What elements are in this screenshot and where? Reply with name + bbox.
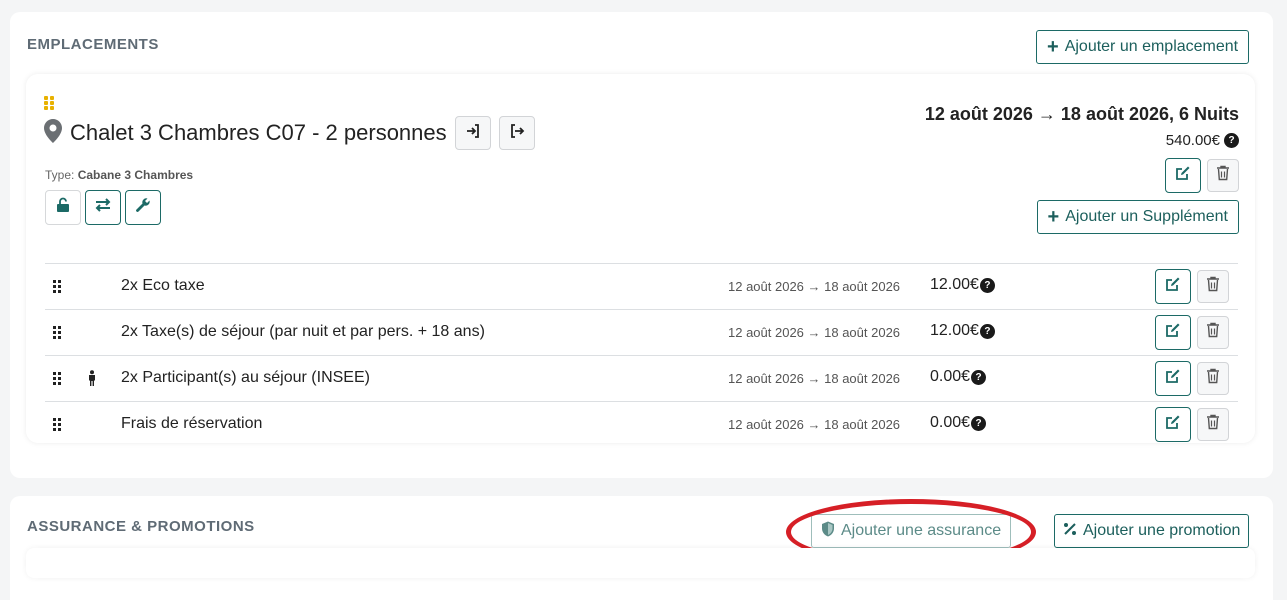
swap-arrows-icon <box>94 197 112 218</box>
help-icon[interactable]: ? <box>971 369 987 385</box>
map-pin-icon <box>44 118 62 148</box>
type-value: Cabane 3 Chambres <box>77 168 194 182</box>
add-promotion-button[interactable]: Ajouter une promotion <box>1054 514 1250 548</box>
assurance-list <box>26 548 1255 578</box>
edit-icon <box>1165 368 1181 389</box>
unlock-button[interactable] <box>45 190 81 225</box>
table-row: 2x Eco taxe 12 août 2026 → 18 août 2026 … <box>45 263 1238 309</box>
table-row: 2x Taxe(s) de séjour (par nuit et par pe… <box>45 309 1238 355</box>
section-title-emplacements: EMPLACEMENTS <box>27 36 159 53</box>
amount-value: 12.00€ <box>930 322 979 339</box>
supplement-label: Frais de réservation <box>121 415 263 432</box>
help-icon[interactable]: ? <box>979 277 995 293</box>
delete-supplement-button[interactable] <box>1197 362 1229 395</box>
edit-supplement-button[interactable] <box>1155 315 1191 350</box>
location-tools <box>45 190 161 225</box>
delete-supplement-button[interactable] <box>1197 316 1229 349</box>
assurance-card: ASSURANCE & PROMOTIONS Ajouter une assur… <box>10 496 1273 600</box>
stay-price: 540.00€ ? <box>1166 132 1239 149</box>
add-supplement-button[interactable]: + Ajouter un Supplément <box>1036 200 1239 234</box>
supplement-dates: 12 août 2026 → 18 août 2026 <box>728 325 901 340</box>
amount-value: 0.00€ <box>930 368 971 385</box>
check-in-button[interactable] <box>454 116 491 150</box>
amount-value: 12.00€ <box>930 276 979 293</box>
edit-supplement-button[interactable] <box>1155 269 1191 304</box>
trash-icon <box>1206 414 1220 435</box>
wrench-icon <box>135 197 151 218</box>
help-icon[interactable]: ? <box>1224 133 1239 148</box>
supplement-dates: 12 août 2026 → 18 août 2026 <box>728 279 901 294</box>
plus-icon: + <box>1047 206 1060 228</box>
supplement-amount: 12.00€? <box>930 276 995 294</box>
swap-button[interactable] <box>85 190 121 225</box>
row-actions <box>1155 315 1229 350</box>
plus-icon: + <box>1047 36 1059 58</box>
table-row: 2x Participant(s) au séjour (INSEE) 12 a… <box>45 355 1238 401</box>
emplacements-card: EMPLACEMENTS + Ajouter un emplacement Ch… <box>10 12 1273 478</box>
supplement-amount: 0.00€? <box>930 414 987 432</box>
maintenance-button[interactable] <box>125 190 161 225</box>
row-actions <box>1155 361 1229 396</box>
help-icon[interactable]: ? <box>979 323 995 339</box>
location-header: Chalet 3 Chambres C07 - 2 personnes <box>44 116 535 150</box>
sign-in-icon <box>465 123 481 144</box>
add-insurance-button[interactable]: Ajouter une assurance <box>811 514 1012 548</box>
type-prefix: Type: <box>45 168 75 182</box>
trash-icon <box>1216 165 1230 186</box>
check-out-button[interactable] <box>498 116 535 150</box>
edit-supplement-button[interactable] <box>1155 407 1191 442</box>
location-type: Type: Cabane 3 Chambres <box>45 168 193 182</box>
trash-icon <box>1206 276 1220 297</box>
edit-icon <box>1175 165 1191 186</box>
stay-dates: 12 août 2026 → 18 août 2026, 6 Nuits <box>924 104 1239 124</box>
delete-supplement-button[interactable] <box>1197 408 1229 441</box>
edit-supplement-button[interactable] <box>1155 361 1191 396</box>
delete-supplement-button[interactable] <box>1197 270 1229 303</box>
supplement-dates: 12 août 2026 → 18 août 2026 <box>728 417 901 432</box>
add-promotion-label: Ajouter une promotion <box>1083 522 1241 539</box>
edit-icon <box>1165 276 1181 297</box>
location-title: Chalet 3 Chambres C07 - 2 personnes <box>70 120 447 145</box>
supplements-table: 2x Eco taxe 12 août 2026 → 18 août 2026 … <box>45 263 1238 447</box>
add-emplacement-button[interactable]: + Ajouter un emplacement <box>1036 30 1250 64</box>
supplement-amount: 12.00€? <box>930 322 995 340</box>
edit-icon <box>1165 414 1181 435</box>
emplacement-item: Chalet 3 Chambres C07 - 2 personnes Type… <box>26 74 1255 443</box>
supplement-label: 2x Eco taxe <box>121 277 205 294</box>
row-actions <box>1155 407 1229 442</box>
supplement-label: 2x Taxe(s) de séjour (par nuit et par pe… <box>121 323 485 340</box>
trash-icon <box>1206 322 1220 343</box>
percent-icon <box>1063 522 1077 541</box>
person-icon <box>87 370 97 391</box>
amount-value: 0.00€ <box>930 414 971 431</box>
supplement-amount: 0.00€? <box>930 368 987 386</box>
add-emplacement-label: Ajouter un emplacement <box>1064 38 1239 55</box>
row-actions <box>1155 269 1229 304</box>
sign-out-icon <box>509 123 525 144</box>
section-title-assurance: ASSURANCE & PROMOTIONS <box>27 518 255 535</box>
supplement-label: 2x Participant(s) au séjour (INSEE) <box>121 369 370 386</box>
grip-icon[interactable] <box>53 326 63 340</box>
location-actions <box>1165 158 1239 193</box>
add-insurance-label: Ajouter une assurance <box>841 522 1002 539</box>
unlock-icon <box>55 197 71 218</box>
help-icon[interactable]: ? <box>971 415 987 431</box>
shield-icon <box>821 521 835 542</box>
delete-location-button[interactable] <box>1207 159 1239 192</box>
edit-location-button[interactable] <box>1165 158 1201 193</box>
grip-icon[interactable] <box>53 372 63 386</box>
edit-icon <box>1165 322 1181 343</box>
grip-icon[interactable] <box>53 280 63 294</box>
trash-icon <box>1206 368 1220 389</box>
stay-price-value: 540.00€ <box>1165 132 1220 149</box>
table-row: Frais de réservation 12 août 2026 → 18 a… <box>45 401 1238 447</box>
drag-handle-icon[interactable] <box>44 96 54 110</box>
add-supplement-label: Ajouter un Supplément <box>1065 208 1228 225</box>
supplement-dates: 12 août 2026 → 18 août 2026 <box>728 371 901 386</box>
grip-icon[interactable] <box>53 418 63 432</box>
